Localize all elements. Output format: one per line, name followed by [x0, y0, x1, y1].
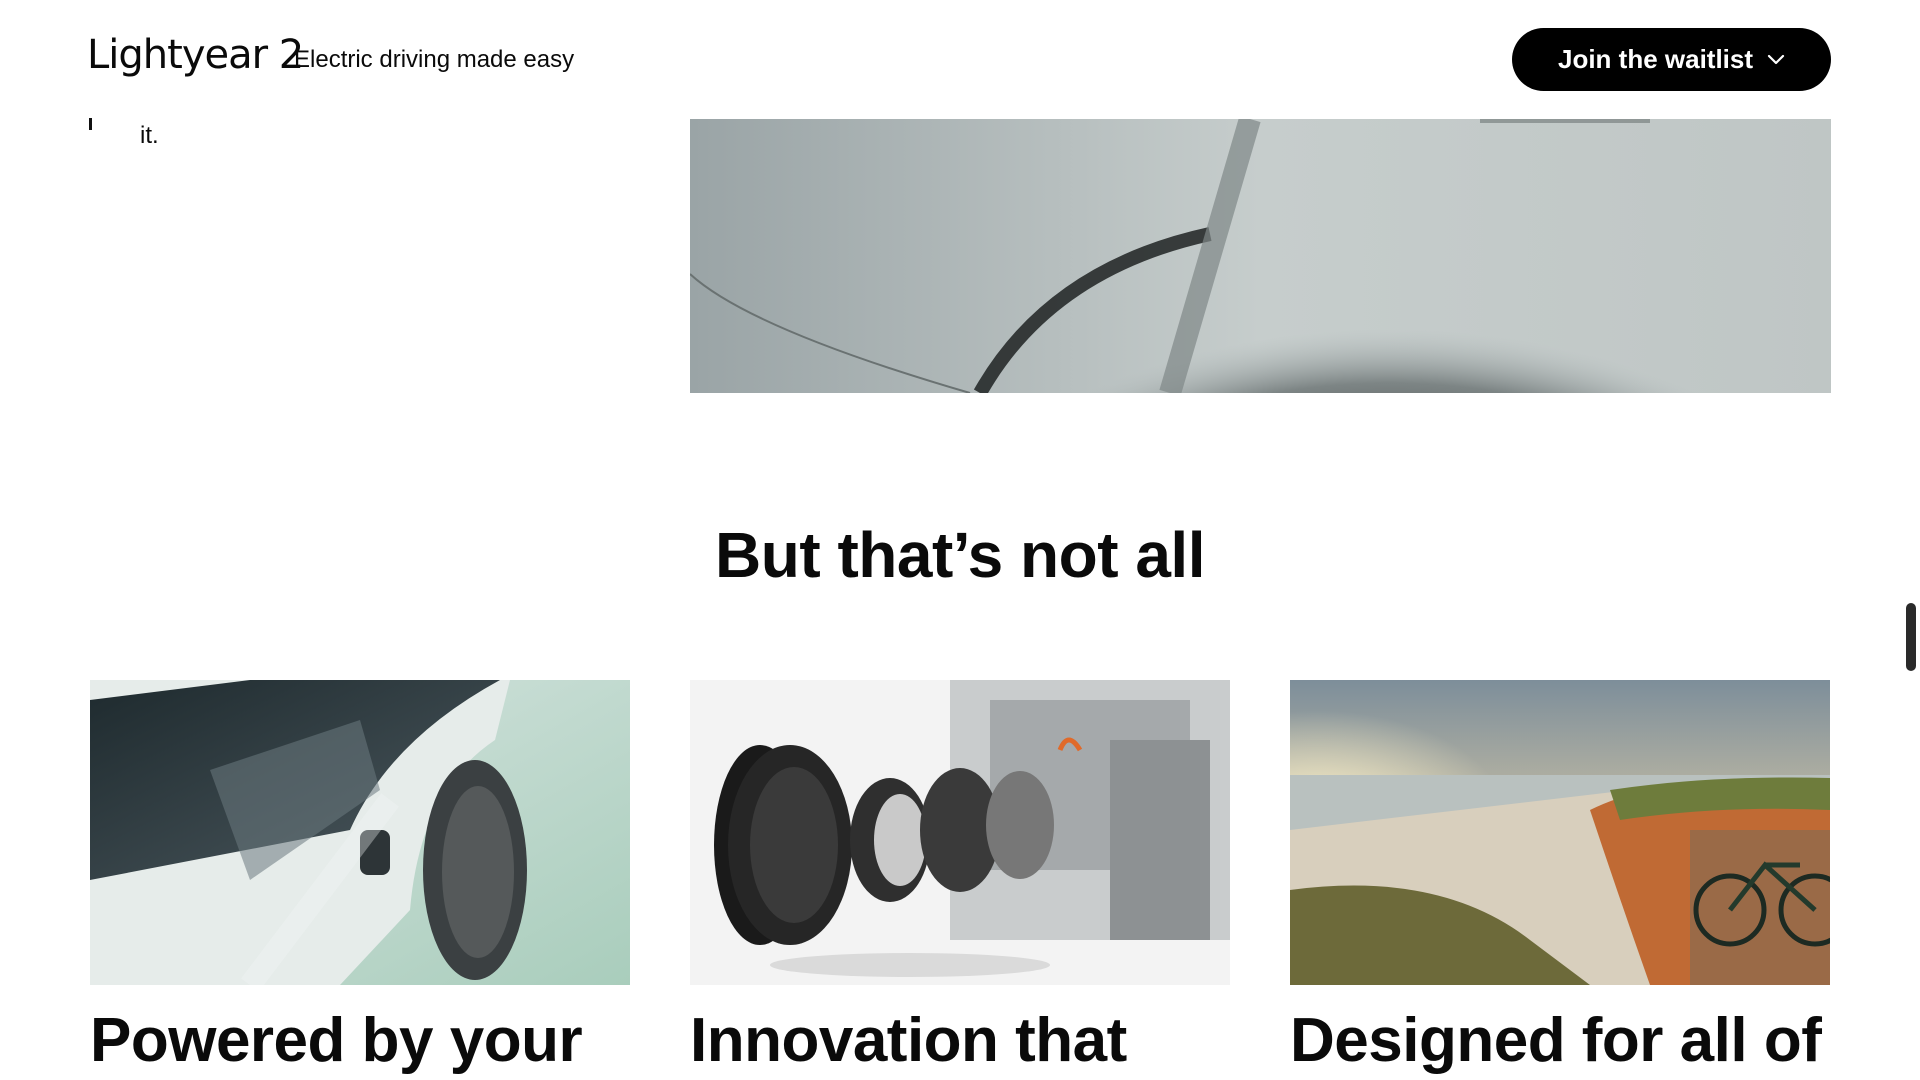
join-waitlist-label: Join the waitlist [1557, 44, 1754, 74]
feature-card-innovation[interactable]: Innovation that [690, 680, 1230, 1079]
beach-cliff-image [1290, 680, 1830, 985]
brand-tagline: Electric driving made easy [294, 46, 575, 73]
section-heading: But that’s not all [715, 519, 1205, 591]
intro-paragraph-end: it. [140, 122, 159, 149]
text-fragment-mark [89, 118, 92, 130]
car-wheel-arch-image [690, 119, 1831, 393]
join-waitlist-button[interactable]: Join the waitlist [1512, 28, 1831, 91]
card-title: Powered by your [90, 1006, 583, 1075]
feature-card-lifestyle[interactable]: Designed for all of [1290, 680, 1830, 1079]
brand-logo[interactable]: Lightyear 2 [87, 30, 304, 80]
card-title: Innovation that [690, 1006, 1127, 1075]
site-header: Lightyear 2 Electric driving made easy J… [0, 0, 1920, 118]
drivetrain-image [690, 680, 1230, 985]
chevron-down-icon [1767, 54, 1785, 66]
scrollbar-thumb[interactable] [1906, 603, 1916, 671]
card-title: Designed for all of [1290, 1006, 1822, 1075]
car-side-image [90, 680, 630, 985]
feature-card-solar[interactable]: Powered by your [90, 680, 630, 1079]
